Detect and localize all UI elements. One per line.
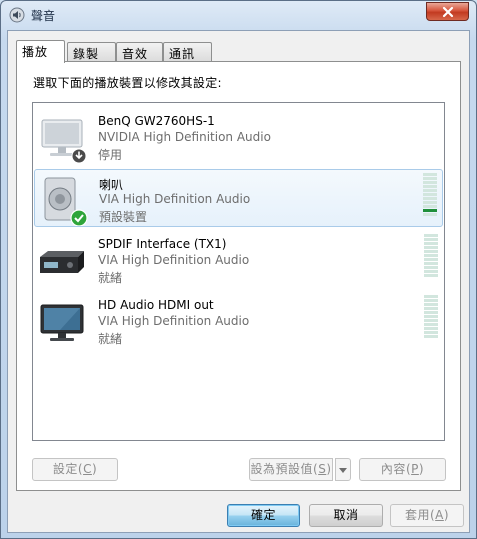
meter-segment: [423, 193, 437, 196]
device-status: 預設裝置: [99, 210, 148, 224]
tab-sounds[interactable]: 音效: [116, 42, 163, 61]
green-check-badge: [70, 209, 88, 227]
meter-segment: [423, 185, 437, 188]
device-list[interactable]: BenQ GW2760HS-1 NVIDIA High Definition A…: [32, 102, 445, 441]
tab-recording[interactable]: 錄製: [67, 42, 116, 61]
meter-segment: [424, 270, 438, 273]
window-title: 聲音: [31, 9, 56, 23]
device-item-spdif[interactable]: SPDIF Interface (TX1) VIA High Definitio…: [34, 231, 443, 289]
meter-segment: [424, 311, 438, 314]
meter-segment: [423, 213, 437, 216]
speaker-icon: [37, 174, 89, 227]
properties-button[interactable]: 內容(P): [359, 458, 446, 481]
receiver-icon: [36, 235, 88, 287]
meter-segment: [423, 189, 437, 192]
meter-segment: [424, 331, 438, 334]
meter-segment: [424, 254, 438, 257]
meter-segment: [424, 266, 438, 269]
device-status: 停用: [98, 148, 123, 162]
tab-communications[interactable]: 通訊: [163, 42, 212, 61]
volume-meter: [424, 295, 438, 339]
close-button[interactable]: [426, 2, 469, 21]
device-driver: VIA High Definition Audio: [99, 192, 251, 206]
monitor-icon: [36, 296, 88, 348]
chevron-down-icon: [339, 468, 347, 473]
device-item-hdmi[interactable]: HD Audio HDMI out VIA High Definition Au…: [34, 292, 443, 350]
set-default-dropdown[interactable]: [335, 458, 351, 481]
dialog-client-area: 播放 錄製 音效 通訊 選取下面的播放裝置以修改其設定: BenQ GW2760…: [7, 30, 470, 533]
meter-segment: [424, 250, 438, 253]
apply-button[interactable]: 套用(A): [390, 504, 464, 527]
monitor-icon: [36, 112, 88, 164]
meter-segment: [423, 197, 437, 200]
meter-segment: [424, 323, 438, 326]
device-name: 喇叭: [99, 178, 124, 192]
volume-meter: [424, 234, 438, 278]
meter-segment: [424, 242, 438, 245]
speaker-app-icon: [9, 7, 25, 23]
meter-segment: [424, 246, 438, 249]
meter-segment: [423, 209, 437, 212]
device-name: SPDIF Interface (TX1): [98, 237, 227, 251]
meter-segment: [424, 234, 438, 237]
down-arrow-badge: [71, 148, 87, 164]
device-driver: NVIDIA High Definition Audio: [98, 130, 271, 144]
meter-segment: [424, 315, 438, 318]
meter-segment: [423, 181, 437, 184]
close-icon: [442, 6, 453, 17]
cancel-button[interactable]: 取消: [309, 504, 383, 527]
device-item-benq[interactable]: BenQ GW2760HS-1 NVIDIA High Definition A…: [34, 108, 443, 166]
instruction-text: 選取下面的播放裝置以修改其設定:: [33, 76, 222, 90]
volume-meter: [423, 173, 437, 217]
meter-segment: [424, 327, 438, 330]
meter-segment: [424, 319, 438, 322]
title-bar[interactable]: 聲音: [1, 1, 476, 29]
device-driver: VIA High Definition Audio: [98, 253, 250, 267]
meter-segment: [424, 262, 438, 265]
device-status: 就緒: [98, 332, 123, 346]
device-name: BenQ GW2760HS-1: [98, 114, 215, 128]
meter-segment: [423, 201, 437, 204]
configure-button[interactable]: 設定(C): [32, 458, 118, 481]
meter-segment: [424, 335, 438, 338]
meter-segment: [424, 299, 438, 302]
ok-button[interactable]: 確定: [227, 504, 300, 527]
tab-playback[interactable]: 播放: [16, 40, 65, 63]
device-driver: VIA High Definition Audio: [98, 314, 250, 328]
meter-segment: [424, 258, 438, 261]
meter-segment: [423, 205, 437, 208]
device-name: HD Audio HDMI out: [98, 298, 214, 312]
meter-segment: [423, 173, 437, 176]
meter-segment: [424, 307, 438, 310]
meter-segment: [424, 274, 438, 277]
meter-segment: [423, 177, 437, 180]
meter-segment: [424, 295, 438, 298]
meter-segment: [424, 303, 438, 306]
device-item-speakers[interactable]: 喇叭 VIA High Definition Audio 預設裝置: [34, 169, 443, 227]
meter-segment: [424, 238, 438, 241]
sound-dialog-window: 聲音 播放 錄製 音效 通訊 選取下面的播放裝置以修改其設定: BenQ GW2…: [0, 0, 477, 539]
playback-panel: 選取下面的播放裝置以修改其設定: BenQ GW2760HS-1 NVIDIA …: [16, 61, 461, 491]
device-status: 就緒: [98, 271, 123, 285]
set-default-button[interactable]: 設為預設值(S): [249, 458, 333, 481]
